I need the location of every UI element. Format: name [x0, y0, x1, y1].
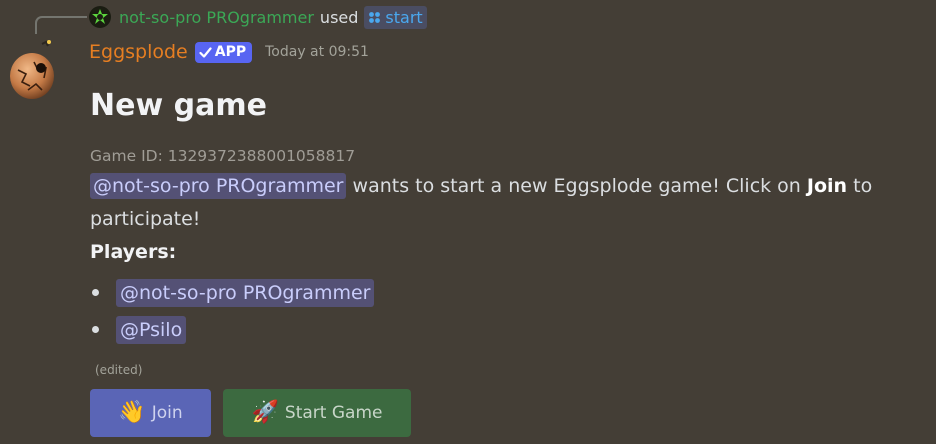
game-id-text: Game ID: 1329372388001058817 [90, 147, 356, 165]
command-icon [369, 11, 381, 23]
start-game-button[interactable]: 🚀 Start Game [223, 389, 411, 437]
rocket-icon: 🚀 [251, 400, 279, 425]
player-mention[interactable]: @Psilo [116, 315, 187, 344]
author-name[interactable]: Eggsplode [89, 41, 188, 63]
join-button[interactable]: 👋 Join [90, 389, 211, 437]
command-user-name[interactable]: not-so-pro PROgrammer [119, 8, 314, 27]
user-mention[interactable]: @not-so-pro PROgrammer [90, 173, 347, 199]
players-list: @not-so-pro PROgrammer @Psilo [90, 274, 375, 348]
message-description: @not-so-pro PROgrammer wants to start a … [90, 170, 936, 236]
players-heading: Players: [90, 241, 177, 263]
join-button-label: Join [151, 403, 183, 423]
used-label: used [319, 7, 359, 27]
description-text: wants to start a new Eggsplode game! Cli… [346, 175, 807, 197]
edited-label: (edited) [95, 363, 143, 377]
player-list-item: @not-so-pro PROgrammer [90, 274, 375, 311]
player-mention[interactable]: @not-so-pro PROgrammer [116, 278, 375, 307]
command-usage-line: not-so-pro PROgrammer used start [89, 4, 427, 30]
join-keyword: Join [806, 175, 848, 197]
reply-connector [35, 16, 87, 34]
slash-command-chip[interactable]: start [364, 5, 427, 29]
bot-avatar[interactable] [6, 40, 62, 100]
waving-hand-icon: 👋 [118, 400, 146, 425]
message-header: Eggsplode APP Today at 09:51 [89, 37, 369, 67]
command-name: start [385, 7, 423, 27]
user-mini-avatar[interactable] [89, 6, 111, 28]
bullet-icon [92, 289, 99, 296]
app-badge: APP [194, 41, 253, 63]
start-game-button-label: Start Game [284, 403, 383, 423]
checkmark-icon [199, 46, 212, 58]
app-badge-label: APP [214, 44, 247, 60]
message-timestamp[interactable]: Today at 09:51 [265, 44, 369, 60]
bullet-icon [92, 326, 99, 333]
player-list-item: @Psilo [90, 311, 374, 348]
message-title: New game [90, 88, 267, 123]
